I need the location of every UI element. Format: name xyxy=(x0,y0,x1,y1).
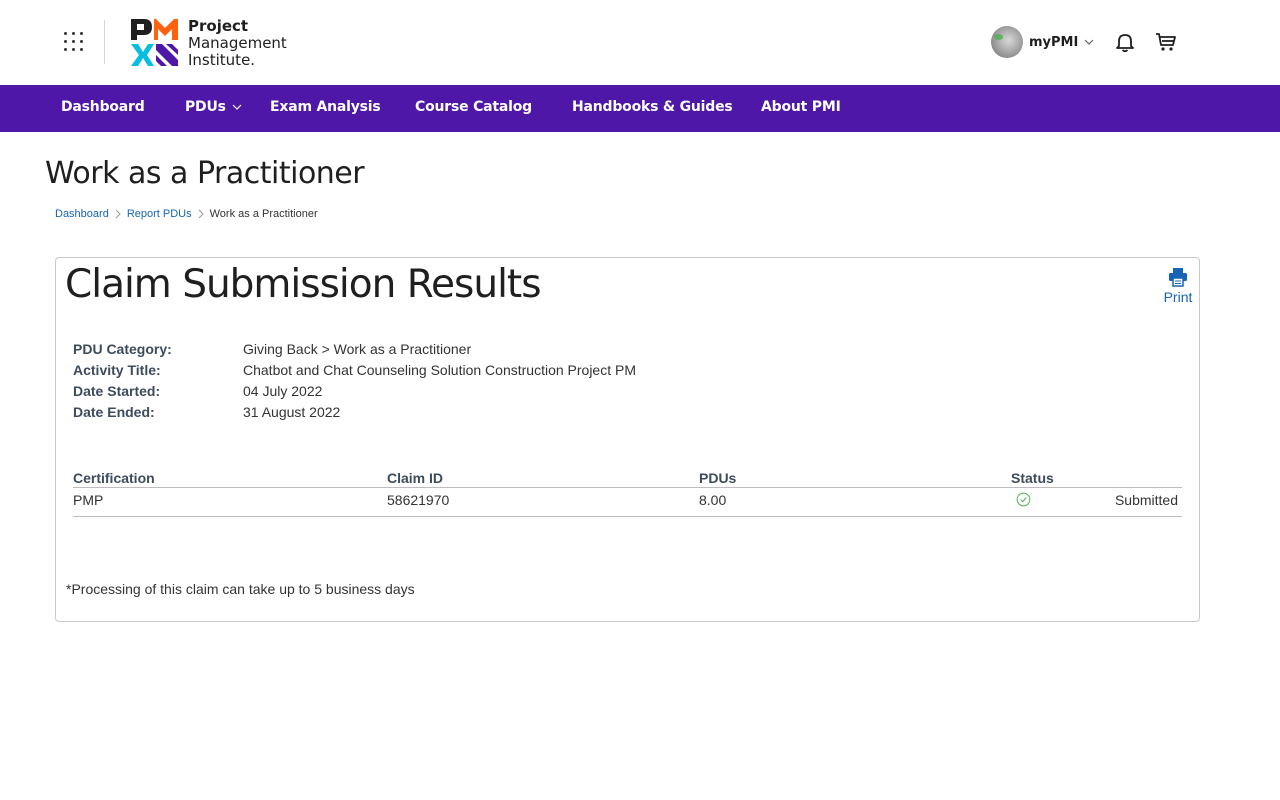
nav-item-exam-analysis[interactable]: Exam Analysis xyxy=(270,85,381,132)
nav-item-label: Handbooks & Guides xyxy=(572,99,733,115)
printer-icon xyxy=(1169,268,1187,287)
header-divider xyxy=(104,20,105,64)
info-label: Date Started: xyxy=(73,383,161,399)
table-row: PMP 58621970 8.00 Submitted xyxy=(73,492,1182,517)
cart-icon[interactable] xyxy=(1155,31,1177,53)
user-menu-label: myPMI xyxy=(1029,34,1079,50)
logo-line2: Management xyxy=(188,34,287,52)
chevron-down-icon xyxy=(232,104,242,110)
info-row-category: PDU Category: Giving Back > Work as a Pr… xyxy=(73,339,636,360)
breadcrumb-current: Work as a Practitioner xyxy=(209,208,318,220)
info-row-date-ended: Date Ended: 31 August 2022 xyxy=(73,402,636,423)
info-label: PDU Category: xyxy=(73,341,172,357)
breadcrumb-link-dashboard[interactable]: Dashboard xyxy=(55,208,109,220)
claim-info: PDU Category: Giving Back > Work as a Pr… xyxy=(73,339,636,423)
bell-icon[interactable] xyxy=(1114,31,1136,53)
column-header-claim-id: Claim ID xyxy=(387,470,444,486)
nav-item-label: Exam Analysis xyxy=(270,99,381,115)
breadcrumb-link-report-pdus[interactable]: Report PDUs xyxy=(127,208,192,220)
nav-item-about-pmi[interactable]: About PMI xyxy=(761,85,841,132)
cell-status: Submitted xyxy=(1114,492,1178,508)
nav-item-course-catalog[interactable]: Course Catalog xyxy=(415,85,532,132)
processing-note: *Processing of this claim can take up to… xyxy=(66,581,415,597)
info-value: 04 July 2022 xyxy=(243,383,323,399)
cell-pdus: 8.00 xyxy=(699,492,727,508)
chevron-right-icon xyxy=(198,209,204,219)
info-value: Giving Back > Work as a Practitioner xyxy=(243,341,472,357)
apps-grid-icon[interactable] xyxy=(62,30,86,54)
cell-certification: PMP xyxy=(73,492,104,508)
nav-item-label: Course Catalog xyxy=(415,99,532,115)
print-button[interactable]: Print xyxy=(1160,267,1196,305)
chevron-down-icon xyxy=(1084,39,1094,45)
breadcrumb: Dashboard Report PDUs Work as a Practiti… xyxy=(55,208,318,220)
nav-item-label: PDUs xyxy=(185,99,226,115)
info-label: Date Ended: xyxy=(73,404,155,420)
info-row-date-started: Date Started: 04 July 2022 xyxy=(73,381,636,402)
column-header-status: Status xyxy=(1011,470,1054,486)
page-title: Work as a Practitioner xyxy=(45,156,365,191)
logo-line1: Project xyxy=(188,17,249,35)
info-value: 31 August 2022 xyxy=(243,404,341,420)
nav-item-pdus[interactable]: PDUs xyxy=(185,85,242,132)
avatar xyxy=(991,26,1023,58)
nav-item-handbooks-guides[interactable]: Handbooks & Guides xyxy=(572,85,733,132)
card-title: Claim Submission Results xyxy=(65,262,542,307)
logo-line3: Institute. xyxy=(188,51,256,69)
cell-claim-id: 58621970 xyxy=(387,492,450,508)
pmi-logo-text: Project Management Institute. xyxy=(188,18,287,69)
results-table-header: Certification Claim ID PDUs Status xyxy=(73,470,1182,488)
nav-item-label: Dashboard xyxy=(61,99,145,115)
column-header-pdus: PDUs xyxy=(699,470,737,486)
claim-results-card: Claim Submission Results Print PDU Categ… xyxy=(55,257,1200,622)
top-header: Project Management Institute. myPMI xyxy=(0,0,1280,85)
chevron-right-icon xyxy=(115,209,121,219)
print-label: Print xyxy=(1163,289,1193,305)
user-menu[interactable]: myPMI xyxy=(991,26,1094,58)
nav-item-dashboard[interactable]: Dashboard xyxy=(61,85,145,132)
main-nav: Dashboard PDUs Exam Analysis Course Cata… xyxy=(0,85,1280,132)
nav-item-label: About PMI xyxy=(761,99,841,115)
check-circle-icon xyxy=(1016,492,1031,507)
info-value: Chatbot and Chat Counseling Solution Con… xyxy=(243,362,636,378)
pmi-logo[interactable]: Project Management Institute. xyxy=(130,18,300,70)
column-header-certification: Certification xyxy=(73,470,155,486)
info-row-activity-title: Activity Title: Chatbot and Chat Counsel… xyxy=(73,360,636,381)
info-label: Activity Title: xyxy=(73,362,161,378)
pmi-logo-mark xyxy=(131,19,178,66)
